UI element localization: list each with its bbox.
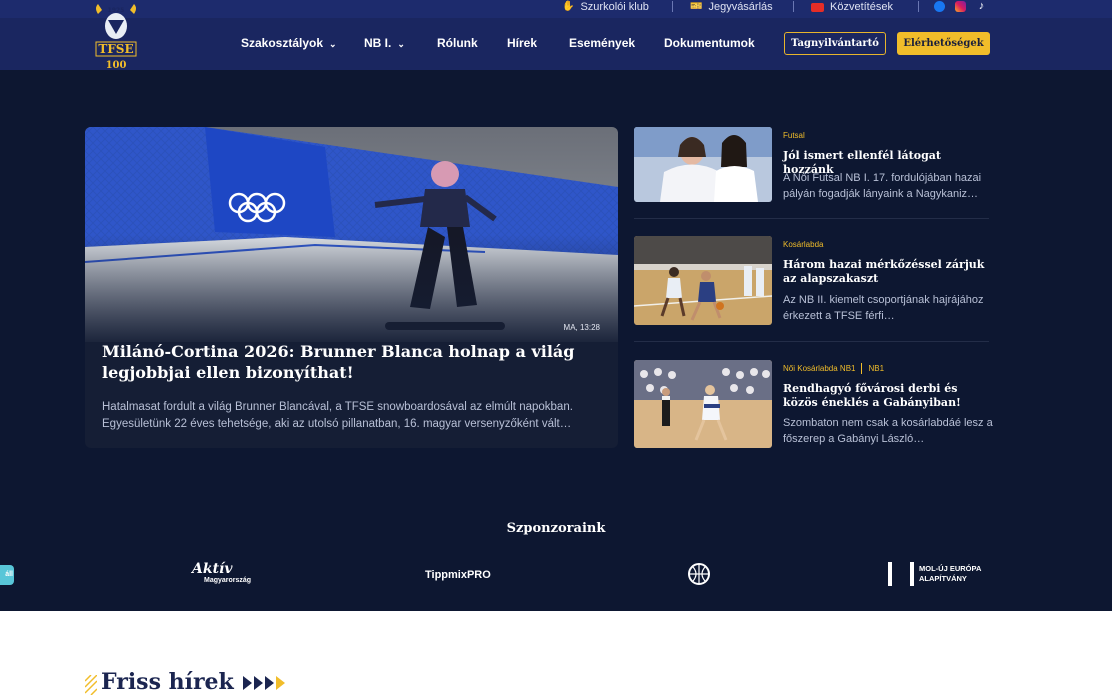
chevron-down-icon: ⌄ (329, 39, 337, 49)
divider (861, 363, 863, 374)
svg-text:TFSE: TFSE (98, 42, 133, 56)
featured-article[interactable]: MA, 13:28 Milánó-Cortina 2026: Brunner B… (85, 127, 618, 448)
featured-article-title[interactable]: Milánó-Cortina 2026: Brunner Blanca holn… (102, 341, 582, 383)
contact-button[interactable]: Elérhetőségek (897, 32, 990, 55)
news-categories: Női Kosárlabda NB1 NB1 (783, 363, 884, 374)
nav-dokumentumok[interactable]: Dokumentumok (664, 36, 755, 50)
nav-label: Dokumentumok (664, 36, 755, 50)
facebook-icon[interactable] (934, 1, 945, 12)
news-card[interactable]: Kosárlabda Három hazai mérkőzéssel zárju… (634, 236, 989, 342)
mol-emblem-icon (888, 562, 914, 586)
sponsor-logo-aktiv[interactable]: Aktív Magyarország (192, 561, 252, 585)
fresh-news-section: Friss hírek (0, 611, 1112, 695)
basketball-icon (690, 565, 708, 583)
news-thumbnail (634, 236, 772, 325)
top-utility-bar: ✋ Szurkolói klub 🎫 Jegyvásárlás Közvetít… (0, 0, 1112, 18)
svg-text:100: 100 (106, 60, 127, 71)
news-excerpt: Az NB II. kiemelt csoportjának hajrájáho… (783, 294, 984, 322)
ticket-icon: 🎫 (690, 1, 703, 12)
chevron-down-icon: ⌄ (397, 39, 405, 49)
instagram-icon[interactable] (955, 1, 966, 12)
news-thumbnail (634, 360, 772, 448)
sponsor-subname: Magyarország (204, 577, 252, 584)
sponsor-logo-partial[interactable]: áll (0, 565, 14, 585)
sponsor-partial-name: áll (5, 571, 13, 578)
featured-article-image (85, 127, 618, 342)
tickets-link[interactable]: 🎫 Jegyvásárlás (690, 0, 773, 14)
nav-label: Szakosztályok (241, 36, 324, 50)
arrows-decoration-icon (243, 676, 285, 690)
nav-hirek[interactable]: Hírek (507, 36, 537, 50)
divider (672, 1, 673, 12)
nav-label: Rólunk (437, 36, 478, 50)
stripe-decoration-icon (84, 674, 98, 695)
divider (918, 1, 919, 12)
nav-label: Hírek (507, 36, 538, 50)
featured-article-excerpt: Hatalmasat fordult a világ Brunner Blanc… (102, 401, 573, 430)
nav-nb1[interactable]: NB I. ⌄ (364, 36, 405, 50)
news-categories: Futsal (783, 131, 805, 140)
sponsor-name: Aktív (192, 561, 233, 577)
category-tag[interactable]: Női Kosárlabda NB1 (783, 364, 855, 374)
sponsor-name: MOL-ÚJ EURÓPA (919, 564, 982, 573)
article-timestamp: MA, 13:28 (563, 323, 600, 332)
fanclub-label: Szurkolói klub (580, 1, 649, 13)
tickets-label: Jegyvásárlás (708, 1, 773, 13)
sponsor-name: TippmixPRO (425, 569, 491, 581)
tiktok-icon[interactable]: ♪ (976, 1, 987, 12)
sponsor-logo-mol[interactable]: MOL-ÚJ EURÓPA ALAPÍTVÁNY (888, 562, 981, 586)
news-card[interactable]: Női Kosárlabda NB1 NB1 Rendhagyó főváros… (634, 360, 993, 452)
news-excerpt: Szombaton nem csak a kosárlabdáé lesz a … (783, 417, 993, 445)
sponsor-logo-basketball[interactable] (688, 563, 710, 585)
category-tag[interactable]: NB1 (868, 364, 884, 374)
streams-link[interactable]: Közvetítések (811, 0, 893, 14)
sponsor-subname: ALAPÍTVÁNY (919, 574, 967, 583)
sponsors-heading: Szponzoraink (506, 521, 606, 536)
divider (793, 1, 794, 12)
fresh-news-heading: Friss hírek (101, 669, 234, 695)
nav-esemenyek[interactable]: Események (569, 36, 635, 50)
streams-label: Közvetítések (830, 1, 893, 13)
arrow-icon (265, 676, 274, 690)
svg-text:1925: 1925 (108, 7, 125, 14)
news-thumbnail (634, 127, 772, 202)
category-tag[interactable]: Kosárlabda (783, 240, 823, 249)
membership-register-button[interactable]: Tagnyilvántartó (784, 32, 886, 55)
sponsor-logo-tippmix[interactable]: TippmixPRO (425, 569, 491, 581)
nav-label: Események (569, 36, 636, 50)
arrow-icon (243, 676, 252, 690)
fanclub-link[interactable]: ✋ Szurkolói klub (562, 0, 649, 14)
arrow-icon (254, 676, 263, 690)
tfse-logo[interactable]: TFSE 100 1925 (92, 0, 140, 74)
news-excerpt: A Női Futsal NB I. 17. fordulójában haza… (783, 172, 982, 200)
main-navigation: TFSE 100 1925 Szakosztályok ⌄ NB I. ⌄ Rólu… (0, 4, 1112, 71)
news-title[interactable]: Három hazai mérkőzéssel zárjuk az alapsz… (783, 258, 988, 286)
news-title[interactable]: Rendhagyó fővárosi derbi és közös éneklé… (783, 382, 988, 410)
hand-icon: ✋ (562, 1, 575, 12)
nav-szakosztalyok[interactable]: Szakosztályok ⌄ (241, 36, 337, 50)
nav-label: NB I. (364, 36, 392, 50)
arrow-icon (276, 676, 285, 690)
nav-rolunk[interactable]: Rólunk (437, 36, 478, 50)
category-tag[interactable]: Futsal (783, 131, 805, 140)
divider (634, 341, 989, 342)
divider (634, 218, 989, 219)
youtube-icon (811, 2, 824, 12)
news-card[interactable]: Futsal Jól ismert ellenfél látogat hozzá… (634, 127, 989, 219)
news-categories: Kosárlabda (783, 240, 823, 249)
